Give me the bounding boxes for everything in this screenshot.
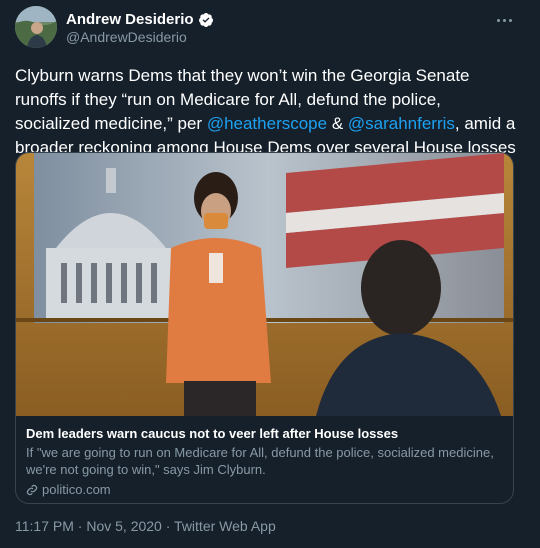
mention-link[interactable]: @heatherscope [207, 114, 327, 133]
card-image [16, 153, 513, 416]
verified-badge-icon [198, 12, 213, 27]
more-options-icon[interactable] [494, 10, 514, 30]
card-description: If "we are going to run on Medicare for … [26, 445, 494, 477]
card-title: Dem leaders warn caucus not to veer left… [26, 426, 399, 441]
tweet-meta: 11:17 PM · Nov 5, 2020 · Twitter Web App [15, 518, 276, 534]
link-icon [26, 484, 38, 495]
avatar[interactable] [15, 6, 57, 48]
mention-link[interactable]: @sarahnferris [348, 114, 455, 133]
user-handle[interactable]: @AndrewDesiderio [66, 29, 187, 45]
card-domain-text: politico.com [42, 482, 111, 497]
tweet-date[interactable]: Nov 5, 2020 [86, 518, 162, 534]
card-text: Dem leaders warn caucus not to veer left… [26, 425, 506, 498]
meta-separator: · [161, 518, 175, 534]
tweet: Andrew Desiderio @AndrewDesiderio Clybur… [0, 0, 540, 548]
name-row: Andrew Desiderio [66, 11, 214, 28]
meta-separator: · [73, 518, 87, 534]
tweet-source[interactable]: Twitter Web App [174, 518, 276, 534]
card-domain: politico.com [26, 481, 506, 498]
link-preview-card[interactable]: Dem leaders warn caucus not to veer left… [15, 152, 514, 504]
tweet-time[interactable]: 11:17 PM [15, 518, 74, 534]
display-name[interactable]: Andrew Desiderio [66, 11, 194, 28]
tweet-text-part: & [327, 114, 348, 133]
